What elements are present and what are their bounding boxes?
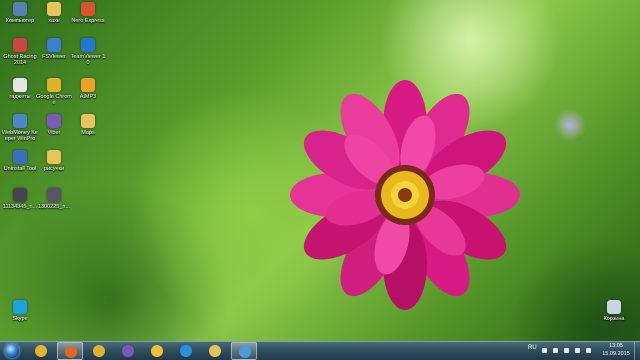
chrome-icon bbox=[93, 345, 105, 357]
desktop-shortcut-label: гаджеты bbox=[9, 94, 31, 100]
chrome-icon bbox=[47, 78, 61, 92]
desktop-shortcut[interactable]: Maps bbox=[70, 114, 106, 136]
desktop-shortcut-label: рисунки bbox=[43, 166, 65, 172]
desktop-shortcut[interactable]: 1300225_n... bbox=[36, 188, 72, 210]
desktop-shortcut-label: Viber bbox=[47, 130, 61, 136]
desktop-shortcut[interactable]: AIMP3 bbox=[70, 78, 106, 100]
taskbar-button[interactable] bbox=[28, 342, 54, 360]
show-desktop-button[interactable] bbox=[634, 342, 640, 360]
image-file-icon bbox=[47, 188, 61, 202]
desktop-shortcut[interactable]: Viber bbox=[36, 114, 72, 136]
folder-icon bbox=[47, 2, 61, 16]
taskbar-button[interactable] bbox=[86, 342, 112, 360]
desktop-shortcut-label: WebMoney Keeper WinPro bbox=[2, 130, 38, 142]
remote-desktop-icon bbox=[239, 346, 251, 358]
taskbar-button[interactable] bbox=[57, 342, 83, 360]
ghost-racing-icon bbox=[13, 38, 27, 52]
desktop-shortcut-label: TeamViewer 10 bbox=[70, 54, 106, 66]
desktop-shortcut[interactable]: Skype bbox=[2, 300, 38, 322]
desktop-shortcut[interactable]: Компьютер bbox=[2, 2, 38, 24]
desktop-shortcut[interactable]: гаджеты bbox=[2, 78, 38, 100]
language-indicator[interactable]: RU bbox=[528, 345, 537, 351]
desktop-shortcut-label: 11134345_n... bbox=[2, 204, 38, 210]
taskbar-button[interactable] bbox=[173, 342, 199, 360]
desktop-shortcut-label: Ghost Racing 2014 bbox=[3, 54, 37, 66]
desktop-shortcut-label: Skype bbox=[12, 316, 28, 322]
desktop-shortcut[interactable]: xaxe bbox=[36, 2, 72, 24]
desktop-shortcut[interactable]: Корзина bbox=[596, 300, 632, 322]
power-icon[interactable] bbox=[586, 348, 591, 353]
desktop-shortcut[interactable]: WebMoney Keeper WinPro bbox=[2, 114, 38, 142]
desktop-shortcut-label: Google Chrome bbox=[36, 94, 72, 106]
desktop-shortcut[interactable]: Nero Express bbox=[70, 2, 106, 24]
windows-logo-icon bbox=[5, 344, 19, 358]
file-explorer-icon bbox=[209, 345, 221, 357]
desktop-shortcut-label: Maps bbox=[81, 130, 95, 136]
aimp-icon bbox=[81, 78, 95, 92]
document-icon bbox=[13, 78, 27, 92]
network-icon[interactable] bbox=[575, 348, 580, 353]
desktop-shortcut-label: Корзина bbox=[603, 316, 625, 322]
desktop-shortcut-label: Компьютер bbox=[5, 18, 35, 24]
start-button[interactable] bbox=[2, 342, 22, 360]
fsviewer-icon bbox=[47, 38, 61, 52]
desktop-shortcut[interactable]: FSViewer bbox=[36, 38, 72, 60]
desktop-shortcut-label: Nero Express bbox=[71, 18, 105, 24]
desktop-shortcut-label: 1300225_n... bbox=[37, 204, 71, 210]
viber-icon bbox=[47, 114, 61, 128]
aimp-icon bbox=[35, 345, 47, 357]
action-center-flag-icon[interactable] bbox=[564, 348, 569, 353]
taskbar-button[interactable] bbox=[202, 342, 228, 360]
taskbar-button[interactable] bbox=[231, 342, 257, 360]
uninstall-tool-icon bbox=[13, 150, 27, 164]
desktop-shortcut[interactable]: 11134345_n... bbox=[2, 188, 38, 210]
show-hidden-icons-icon[interactable] bbox=[542, 348, 547, 353]
folder-icon bbox=[47, 150, 61, 164]
folder-icon bbox=[81, 114, 95, 128]
taskbar-button[interactable] bbox=[115, 342, 141, 360]
desktop-shortcut[interactable]: Uninstall Tool bbox=[2, 150, 38, 172]
messenger-icon bbox=[151, 345, 163, 357]
image-file-icon bbox=[13, 188, 27, 202]
internet-explorer-icon bbox=[180, 345, 192, 357]
desktop-shortcut-label: xaxe bbox=[48, 18, 60, 24]
volume-icon[interactable] bbox=[553, 348, 558, 353]
clock-time[interactable]: 13:05 bbox=[602, 343, 630, 349]
teamviewer-icon bbox=[81, 38, 95, 52]
taskbar: RU 13:05 15.09.2015 bbox=[0, 341, 640, 360]
desktop-shortcut[interactable]: Ghost Racing 2014 bbox=[2, 38, 38, 66]
computer-icon bbox=[13, 2, 27, 16]
desktop-shortcut-label: FSViewer bbox=[42, 54, 66, 60]
recycle-bin-icon bbox=[607, 300, 621, 314]
desktop-shortcut[interactable]: TeamViewer 10 bbox=[70, 38, 106, 66]
webmoney-icon bbox=[13, 114, 27, 128]
clock-date[interactable]: 15.09.2015 bbox=[600, 351, 632, 357]
desktop-shortcut-label: AIMP3 bbox=[79, 94, 97, 100]
desktop-shortcut-label: Uninstall Tool bbox=[3, 166, 37, 172]
skype-icon bbox=[13, 300, 27, 314]
firefox-icon bbox=[65, 346, 77, 358]
nero-icon bbox=[81, 2, 95, 16]
taskbar-button[interactable] bbox=[144, 342, 170, 360]
viber-icon bbox=[122, 345, 134, 357]
desktop-shortcut[interactable]: Google Chrome bbox=[36, 78, 72, 106]
desktop-shortcut[interactable]: рисунки bbox=[36, 150, 72, 172]
